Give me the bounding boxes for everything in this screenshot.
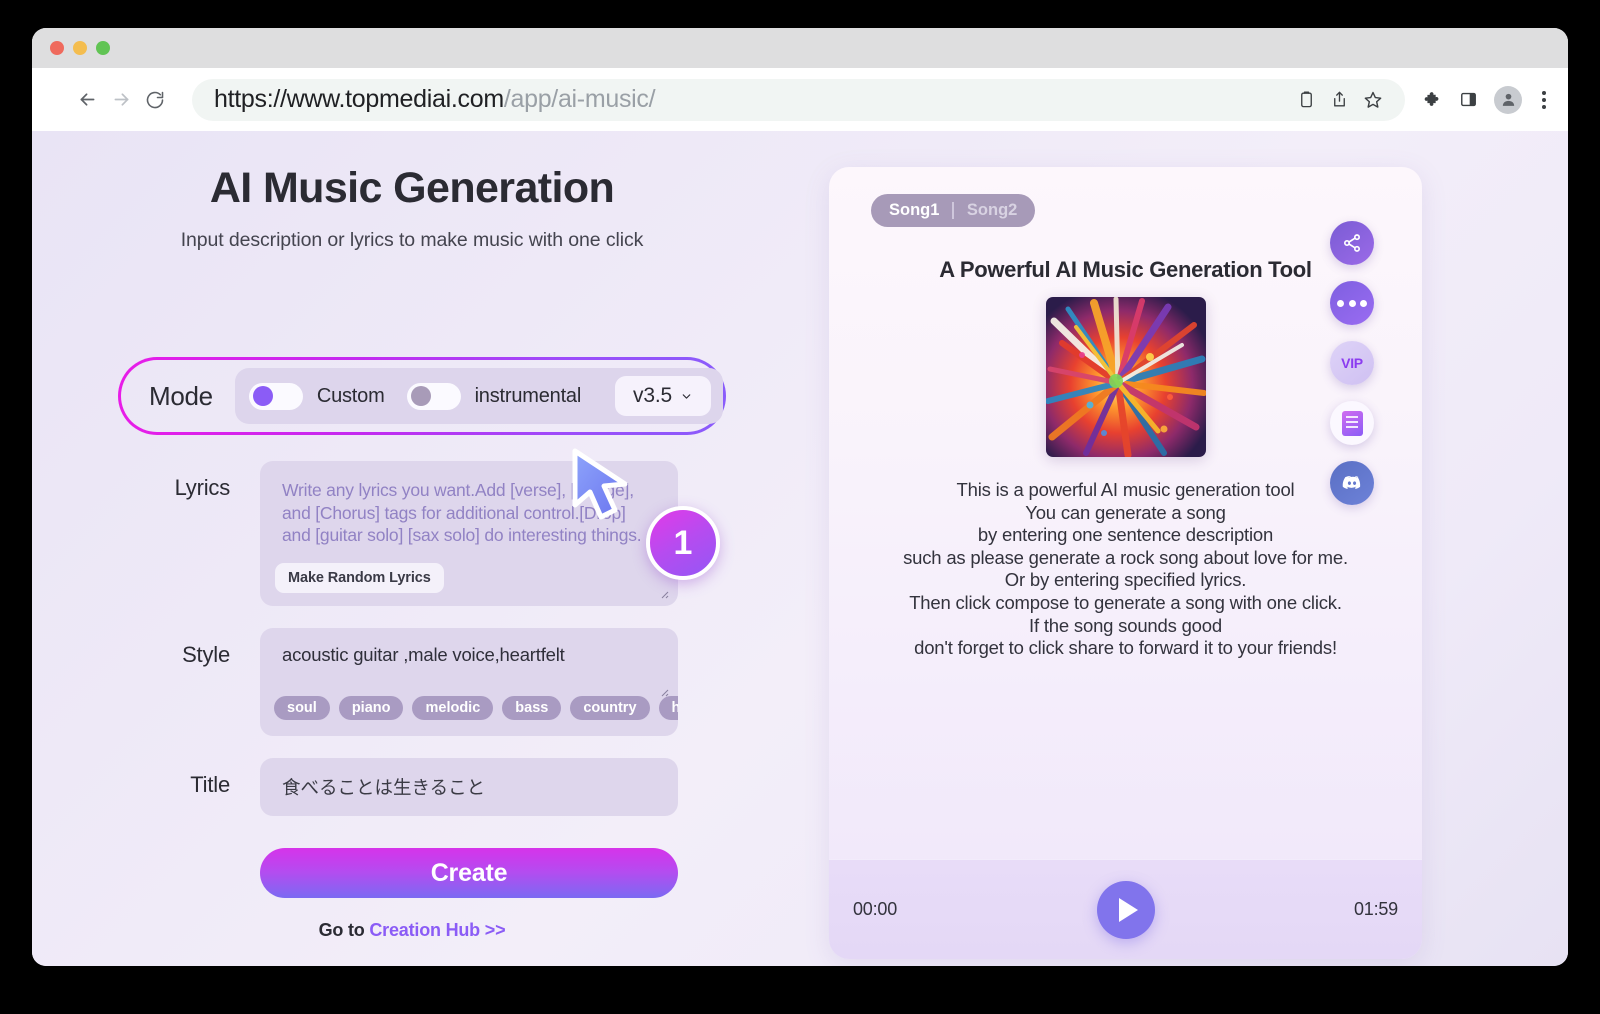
side-panel-icon[interactable] <box>1459 90 1478 109</box>
omnibox-actions <box>1281 90 1383 110</box>
style-input[interactable]: acoustic guitar ,male voice,heartfelt so… <box>260 628 678 736</box>
custom-mode-toggle[interactable] <box>248 382 303 410</box>
title-label: Title <box>190 772 230 797</box>
style-value: acoustic guitar ,male voice,heartfelt <box>282 644 565 665</box>
song-tab-group: Song1 Song2 <box>871 194 1036 227</box>
instrumental-label: instrumental <box>474 384 582 407</box>
step-badge: 1 <box>646 506 720 580</box>
vip-icon[interactable]: VIP <box>1330 341 1374 385</box>
create-row: Create <box>32 838 792 898</box>
style-tag[interactable]: soul <box>274 696 330 720</box>
version-dropdown[interactable]: v3.5 <box>615 376 711 416</box>
url-text: https://www.topmediai.com/app/ai-music/ <box>214 85 656 113</box>
page-subtitle: Input description or lyrics to make musi… <box>180 229 644 251</box>
more-options-icon[interactable] <box>1330 281 1374 325</box>
floating-action-rail: VIP <box>1330 221 1374 505</box>
vip-label: VIP <box>1341 355 1363 371</box>
description-line: Then click compose to generate a song wi… <box>909 591 1342 613</box>
profile-avatar-icon[interactable] <box>1494 85 1522 114</box>
mode-label: Mode <box>149 380 213 411</box>
style-tag[interactable]: country <box>570 696 650 720</box>
chevron-down-icon <box>680 390 693 403</box>
puzzle-icon[interactable] <box>1423 90 1443 110</box>
tab-song1[interactable]: Song1 <box>889 201 939 220</box>
version-value: v3.5 <box>633 384 672 407</box>
description-line: such as please generate a rock song abou… <box>903 546 1348 568</box>
current-time: 00:00 <box>853 899 898 919</box>
play-button[interactable] <box>1096 880 1155 939</box>
resize-handle-icon[interactable] <box>657 684 669 697</box>
star-icon[interactable] <box>1363 90 1383 110</box>
style-tag[interactable]: melodic <box>412 696 494 720</box>
style-tag[interactable]: hard rock <box>658 696 678 720</box>
title-value: 食べることは生きること <box>282 777 486 798</box>
description-line: You can generate a song <box>1025 501 1226 523</box>
share-icon[interactable] <box>1330 90 1349 109</box>
description-line: This is a powerful AI music generation t… <box>956 479 1295 500</box>
preview-description: This is a powerful AI music generation t… <box>829 479 1422 660</box>
page-content: AI Music Generation Input description or… <box>32 131 1568 966</box>
title-input[interactable]: 食べることは生きること <box>260 758 678 816</box>
share-icon[interactable] <box>1330 221 1374 265</box>
instrumental-toggle[interactable] <box>406 382 461 410</box>
creation-hub-link[interactable]: Creation Hub >> <box>369 920 505 940</box>
description-line: don't forget to click share to forward i… <box>914 637 1337 659</box>
style-label: Style <box>182 642 230 667</box>
play-icon <box>1119 897 1138 922</box>
close-window-button[interactable] <box>50 41 64 55</box>
mode-controls: Custom instrumental v3.5 <box>234 368 723 424</box>
custom-mode-label: Custom <box>316 384 385 407</box>
make-random-lyrics-button[interactable]: Make Random Lyrics <box>275 563 444 593</box>
mode-row: Mode Custom instrumental v3.5 <box>121 360 723 432</box>
minimize-window-button[interactable] <box>73 41 87 55</box>
style-tag[interactable]: bass <box>502 696 562 720</box>
create-button[interactable]: Create <box>260 848 678 898</box>
back-arrow-icon[interactable] <box>70 83 104 117</box>
browser-toolbar: https://www.topmediai.com/app/ai-music/ <box>32 68 1568 131</box>
audio-player: 00:00 01:59 <box>829 859 1422 959</box>
discord-icon[interactable] <box>1330 461 1374 505</box>
page-title: AI Music Generation <box>209 164 615 212</box>
creation-hub-row: Go to Creation Hub >> <box>32 920 792 941</box>
mode-row-highlight: Mode Custom instrumental v3.5 <box>118 357 726 435</box>
address-bar[interactable]: https://www.topmediai.com/app/ai-music/ <box>192 78 1405 121</box>
window-titlebar <box>32 28 1568 68</box>
browser-window: https://www.topmediai.com/app/ai-music/ <box>32 28 1568 966</box>
style-tag-list: soul piano melodic bass country hard roc… <box>274 696 678 720</box>
clipboard-icon[interactable] <box>1297 90 1316 109</box>
style-row: Style acoustic guitar ,male voice,heartf… <box>32 628 792 736</box>
tab-song2[interactable]: Song2 <box>967 201 1017 220</box>
description-line: Or by entering specified lyrics. <box>1004 569 1247 591</box>
kebab-menu-icon[interactable] <box>1538 90 1550 109</box>
create-spacer <box>32 838 260 898</box>
reload-icon[interactable] <box>138 83 172 117</box>
window-controls <box>50 41 110 55</box>
creation-hub-prefix: Go to <box>318 920 370 940</box>
maximize-window-button[interactable] <box>96 41 110 55</box>
feedback-book-icon[interactable] <box>1330 401 1374 445</box>
tab-separator <box>952 202 954 219</box>
resize-handle-icon[interactable] <box>657 586 669 599</box>
album-artwork <box>1045 297 1206 457</box>
total-time: 01:59 <box>1353 899 1398 919</box>
description-line: If the song sounds good <box>1029 614 1222 636</box>
forward-arrow-icon[interactable] <box>104 83 138 117</box>
arrow-cursor <box>569 447 635 536</box>
title-row: Title 食べることは生きること <box>32 758 792 816</box>
toolbar-right-actions <box>1423 85 1550 114</box>
lyrics-label: Lyrics <box>174 475 231 500</box>
description-line: by entering one sentence description <box>977 524 1274 546</box>
generator-form-column: AI Music Generation Input description or… <box>32 131 792 252</box>
style-tag[interactable]: piano <box>338 696 404 720</box>
